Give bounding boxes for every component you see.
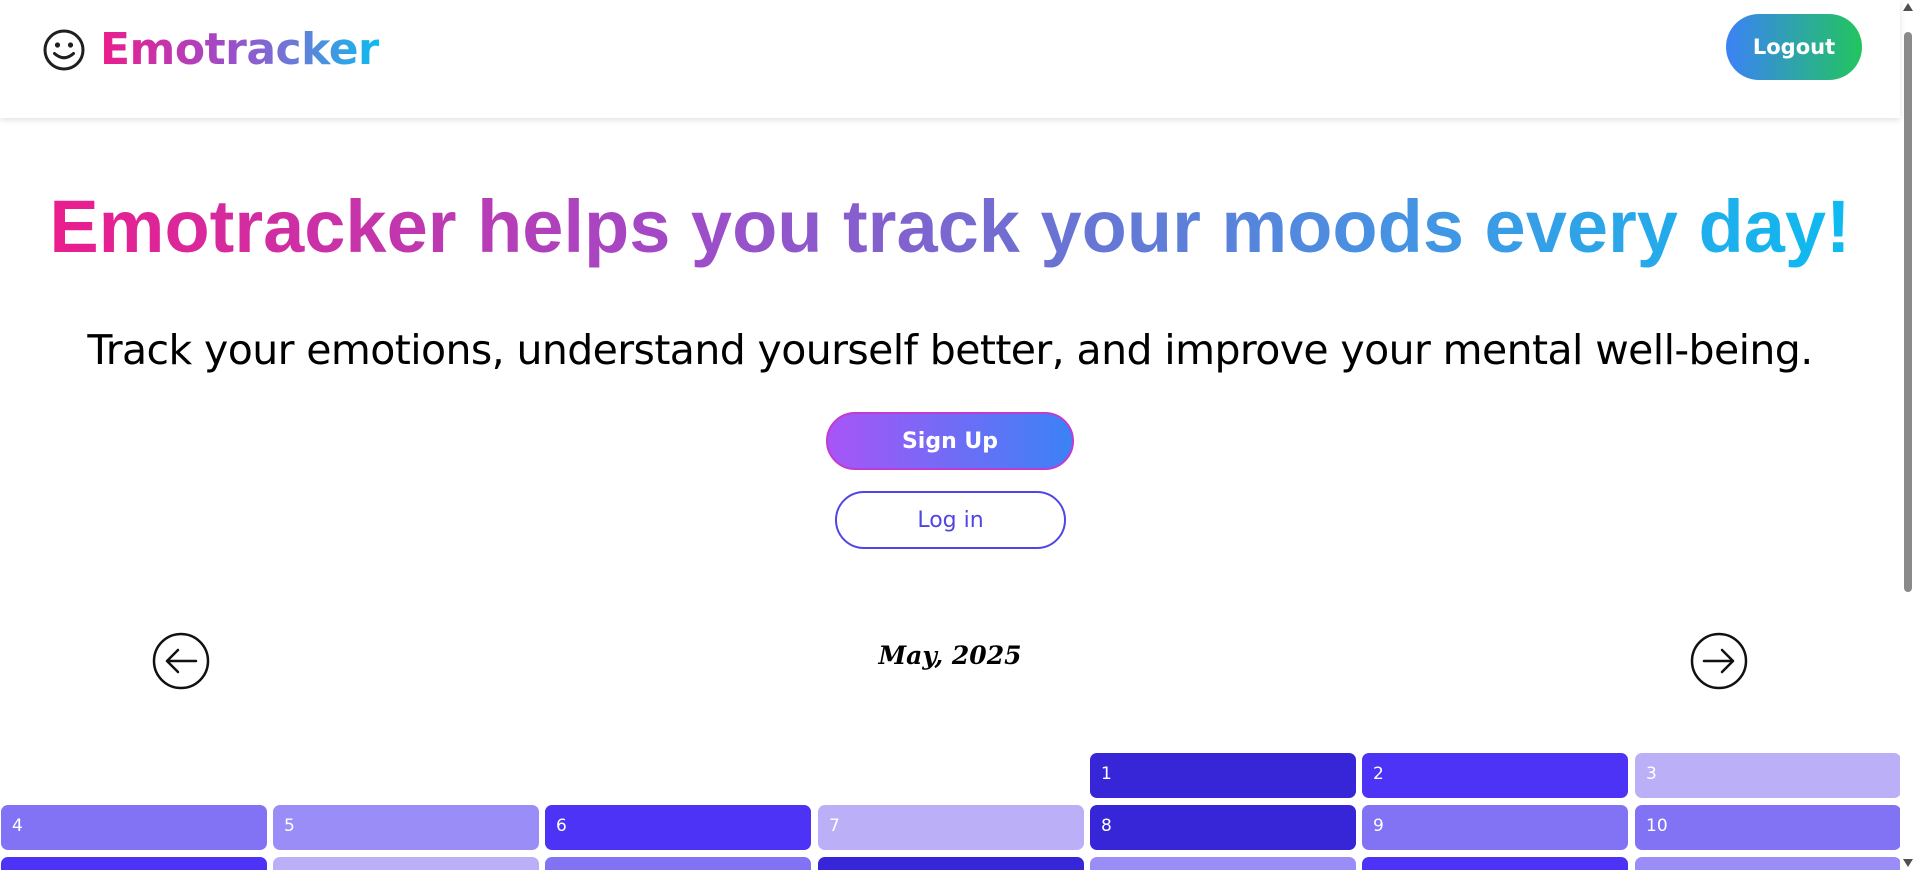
- top-header: Emotracker Logout: [0, 0, 1900, 118]
- calendar-day-cell[interactable]: 10: [1635, 805, 1901, 850]
- next-month-button[interactable]: [1690, 632, 1748, 690]
- day-number: 5: [284, 816, 295, 836]
- scrollbar-thumb[interactable]: [1904, 32, 1912, 592]
- calendar-day-cell[interactable]: [1362, 857, 1628, 870]
- day-number: 3: [1646, 764, 1657, 784]
- calendar-day-cell[interactable]: 4: [1, 805, 267, 850]
- day-number: 6: [556, 816, 567, 836]
- calendar-day-cell[interactable]: 3: [1635, 753, 1901, 798]
- brand-name: Emotracker: [100, 22, 380, 78]
- day-number: 10: [1646, 816, 1668, 836]
- calendar-month-label: May, 2025: [878, 641, 1022, 670]
- login-button[interactable]: Log in: [835, 491, 1066, 549]
- day-number: 1: [1101, 764, 1112, 784]
- hero-title: Emotracker helps you track your moods ev…: [0, 182, 1900, 272]
- calendar-day-cell[interactable]: 6: [545, 805, 811, 850]
- logout-button[interactable]: Logout: [1726, 14, 1862, 80]
- day-number: 4: [12, 816, 23, 836]
- calendar-day-cell[interactable]: [1, 857, 267, 870]
- calendar-day-cell[interactable]: 7: [818, 805, 1084, 850]
- calendar-day-cell[interactable]: 8: [1090, 805, 1356, 850]
- calendar-day-cell[interactable]: 5: [273, 805, 539, 850]
- arrow-right-circle-icon: [1690, 632, 1748, 690]
- calendar-day-cell[interactable]: 2: [1362, 753, 1628, 798]
- day-number: 8: [1101, 816, 1112, 836]
- calendar-day-cell[interactable]: [1090, 857, 1356, 870]
- day-number: 2: [1373, 764, 1384, 784]
- brand-logo-link[interactable]: Emotracker: [42, 22, 380, 78]
- day-number: 9: [1373, 816, 1384, 836]
- day-number: 7: [829, 816, 840, 836]
- calendar-day-cell[interactable]: 1: [1090, 753, 1356, 798]
- calendar-day-cell[interactable]: [1635, 857, 1901, 870]
- app-viewport: Emotracker Logout Emotracker helps you t…: [0, 0, 1916, 870]
- calendar-day-cell[interactable]: [545, 857, 811, 870]
- page-scrollbar[interactable]: [1900, 0, 1916, 870]
- calendar-day-cell[interactable]: [273, 857, 539, 870]
- scroll-up-arrow-icon[interactable]: [1903, 3, 1913, 11]
- signup-button[interactable]: Sign Up: [826, 412, 1074, 470]
- calendar-day-cell[interactable]: 9: [1362, 805, 1628, 850]
- calendar-day-cell[interactable]: [818, 857, 1084, 870]
- hero-subtitle: Track your emotions, understand yourself…: [87, 326, 1813, 374]
- smiley-face-icon: [43, 29, 85, 71]
- scroll-down-arrow-icon[interactable]: [1903, 859, 1913, 867]
